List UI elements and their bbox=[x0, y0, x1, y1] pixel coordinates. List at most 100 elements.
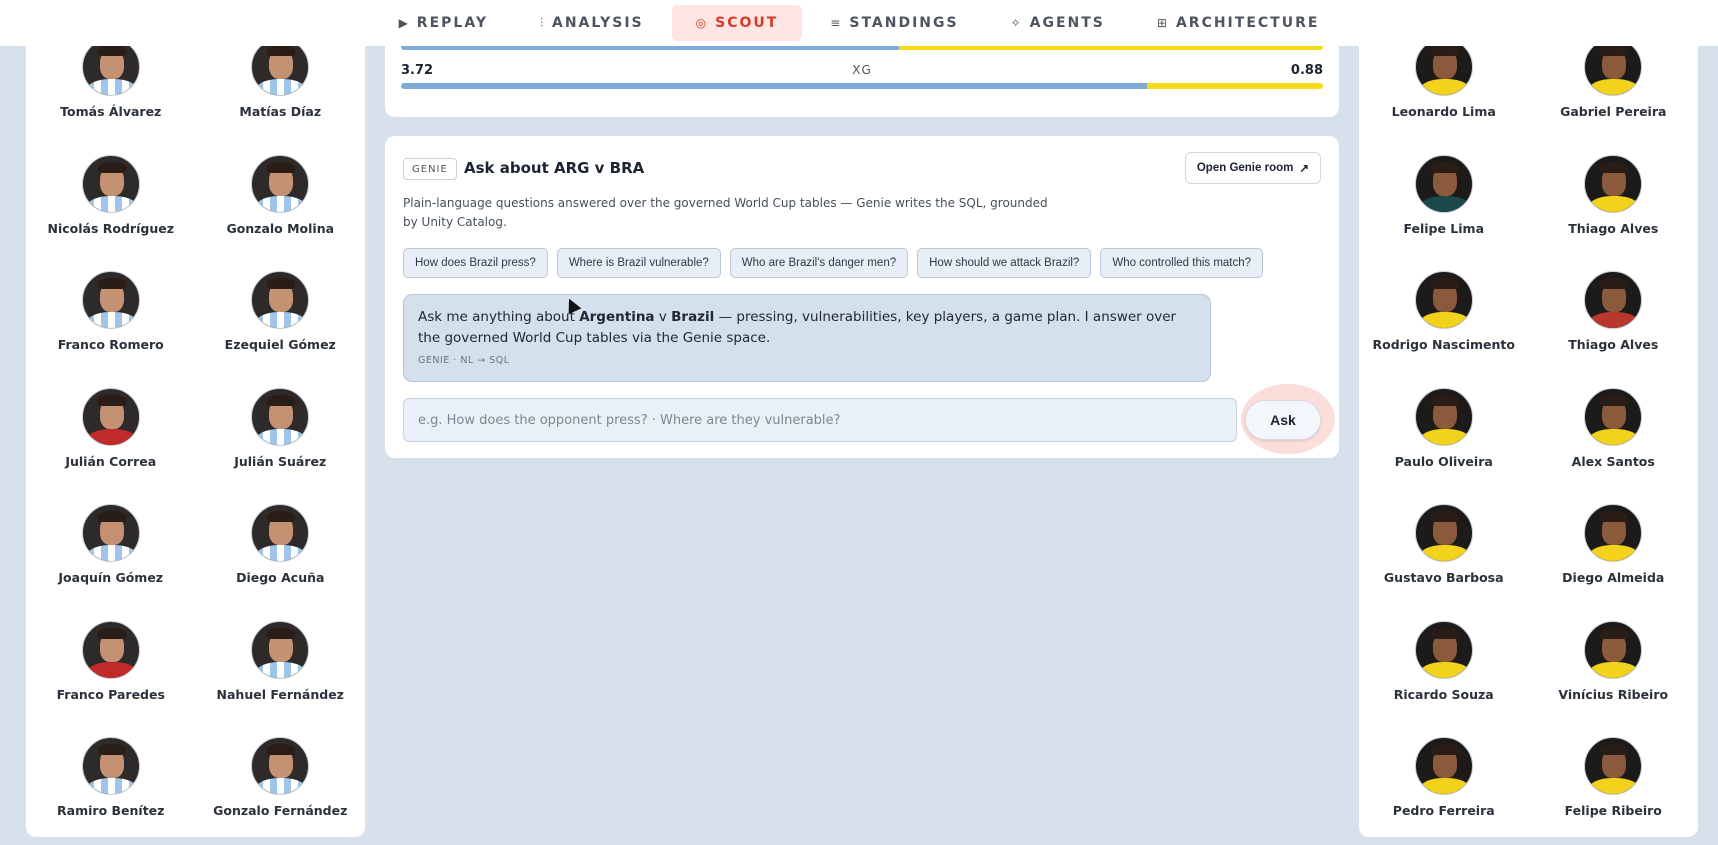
answer-text-mid: v bbox=[654, 309, 672, 325]
player-name: Felipe Lima bbox=[1403, 220, 1485, 236]
away-roster-panel: Leonardo Lima Gabriel Pereira Felipe Lima T… bbox=[1359, 38, 1698, 837]
tab-label: SCOUT bbox=[715, 15, 779, 31]
sparkle-icon: ✧ bbox=[1010, 16, 1021, 30]
player-card[interactable]: Rodrigo Nascimento bbox=[1364, 271, 1524, 388]
player-card[interactable]: Ricardo Souza bbox=[1364, 620, 1524, 738]
player-card[interactable]: Felipe Ribeiro bbox=[1533, 737, 1693, 845]
player-card[interactable]: Thiago Alves bbox=[1533, 154, 1693, 272]
player-card[interactable]: Gonzalo Molina bbox=[200, 154, 360, 272]
player-card[interactable]: Thiago Alves bbox=[1533, 271, 1693, 388]
tab-label: ANALYSIS bbox=[551, 15, 644, 31]
player-card[interactable]: Joaquín Gómez bbox=[31, 504, 191, 621]
player-avatar bbox=[81, 504, 140, 562]
suggestion-chip[interactable]: How should we attack Brazil? bbox=[917, 248, 1092, 278]
tab-label: STANDINGS bbox=[849, 15, 959, 31]
player-card[interactable]: Nicolás Rodríguez bbox=[31, 154, 191, 272]
player-card[interactable]: Franco Romero bbox=[31, 271, 191, 388]
play-icon: ▶ bbox=[398, 16, 408, 30]
tab-replay[interactable]: ▶ REPLAY bbox=[375, 5, 512, 41]
player-card[interactable]: Paulo Oliveira bbox=[1364, 387, 1524, 505]
player-avatar bbox=[81, 271, 140, 329]
player-card[interactable]: Julián Correa bbox=[31, 387, 191, 505]
player-name: Gustavo Barbosa bbox=[1383, 570, 1504, 585]
tab-analysis[interactable]: ⫶ ANALYSIS bbox=[516, 5, 668, 41]
player-avatar bbox=[1584, 504, 1643, 562]
player-card[interactable]: Pedro Ferreira bbox=[1364, 737, 1524, 845]
player-card[interactable]: Gabriel Pereira bbox=[1533, 38, 1693, 155]
player-card[interactable]: Leonardo Lima bbox=[1364, 38, 1524, 155]
home-roster-panel: Tomás Álvarez Matías Díaz Nicolás Rodrígue… bbox=[26, 38, 365, 837]
player-card[interactable]: Gonzalo Fernández bbox=[200, 737, 360, 845]
player-card[interactable]: Felipe Lima bbox=[1364, 154, 1524, 272]
player-avatar bbox=[1414, 504, 1473, 562]
open-genie-room-button[interactable]: Open Genie room ↗ bbox=[1184, 152, 1321, 184]
player-avatar bbox=[1584, 38, 1643, 96]
player-avatar bbox=[81, 154, 140, 213]
player-avatar bbox=[1414, 737, 1473, 795]
player-avatar bbox=[251, 620, 310, 679]
player-name: Tomás Álvarez bbox=[60, 104, 162, 119]
player-card[interactable]: Gustavo Barbosa bbox=[1364, 504, 1524, 621]
player-card[interactable]: Diego Almeida bbox=[1533, 504, 1693, 621]
suggestion-chip[interactable]: Who are Brazil's danger men? bbox=[729, 248, 909, 278]
ask-input[interactable] bbox=[403, 398, 1237, 442]
tab-scout[interactable]: ◎ SCOUT bbox=[671, 5, 803, 41]
list-icon: ≡ bbox=[830, 16, 841, 30]
xg-away-value: 0.88 bbox=[1290, 63, 1323, 78]
player-avatar bbox=[1584, 154, 1643, 213]
player-name: Ramiro Benítez bbox=[57, 803, 165, 818]
player-avatar bbox=[251, 387, 310, 446]
tab-agents[interactable]: ✧ AGENTS bbox=[987, 5, 1129, 41]
top-nav: ▶ REPLAY ⫶ ANALYSIS ◎ SCOUT ≡ STANDINGS ✧ AGENTS ⊞… bbox=[0, 0, 1718, 46]
ask-button[interactable]: Ask bbox=[1245, 400, 1321, 440]
player-card[interactable]: Ramiro Benítez bbox=[31, 737, 191, 845]
xg-label: XG bbox=[852, 63, 872, 77]
tab-architecture[interactable]: ⊞ ARCHITECTURE bbox=[1133, 5, 1344, 41]
player-name: Gonzalo Fernández bbox=[213, 803, 348, 818]
player-name: Paulo Oliveira bbox=[1394, 453, 1493, 469]
suggestion-chip[interactable]: Who controlled this match? bbox=[1100, 248, 1264, 278]
player-name: Matías Díaz bbox=[239, 104, 322, 119]
player-avatar bbox=[1414, 620, 1473, 679]
away-roster-grid: Leonardo Lima Gabriel Pereira Felipe Lima T… bbox=[1359, 38, 1698, 845]
player-card[interactable]: Tomás Álvarez bbox=[31, 38, 191, 155]
player-card[interactable]: Vinícius Ribeiro bbox=[1533, 620, 1693, 738]
player-avatar bbox=[1414, 271, 1473, 329]
genie-answer-meta: GENIE · NL → SQL bbox=[418, 355, 510, 366]
genie-badge: GENIE bbox=[403, 158, 457, 180]
player-name: Thiago Alves bbox=[1568, 220, 1659, 236]
player-card[interactable]: Diego Acuña bbox=[200, 504, 360, 621]
tab-standings[interactable]: ≡ STANDINGS bbox=[806, 5, 982, 41]
suggestion-chip[interactable]: Where is Brazil vulnerable? bbox=[556, 248, 721, 278]
player-card[interactable]: Ezequiel Gómez bbox=[200, 271, 360, 388]
player-name: Julián Correa bbox=[65, 453, 157, 469]
xg-bar bbox=[401, 83, 1323, 89]
player-name: Gonzalo Molina bbox=[226, 220, 335, 236]
bar-chart-icon: ⫶ bbox=[539, 15, 543, 30]
player-name: Ezequiel Gómez bbox=[224, 337, 336, 352]
player-name: Pedro Ferreira bbox=[1392, 803, 1495, 818]
player-card[interactable]: Alex Santos bbox=[1533, 387, 1693, 505]
player-card[interactable]: Julián Suárez bbox=[200, 387, 360, 505]
genie-description: Plain-language questions answered over t… bbox=[403, 196, 1048, 229]
player-avatar bbox=[251, 271, 310, 329]
player-name: Thiago Alves bbox=[1568, 337, 1659, 352]
player-avatar bbox=[1584, 271, 1643, 329]
grid-icon: ⊞ bbox=[1156, 16, 1167, 30]
answer-team-away: Brazil bbox=[671, 309, 715, 325]
open-genie-room-label: Open Genie room bbox=[1196, 162, 1294, 174]
player-name: Leonardo Lima bbox=[1391, 104, 1496, 119]
player-name: Felipe Ribeiro bbox=[1564, 803, 1662, 818]
player-card[interactable]: Matías Díaz bbox=[200, 38, 360, 155]
genie-answer-text: Ask me anything about Argentina v Brazil… bbox=[418, 307, 1196, 349]
player-card[interactable]: Franco Paredes bbox=[31, 620, 191, 738]
player-avatar bbox=[81, 38, 140, 96]
suggestion-chips: How does Brazil press? Where is Brazil vu… bbox=[403, 248, 1264, 278]
suggestion-chip[interactable]: How does Brazil press? bbox=[403, 248, 548, 278]
player-card[interactable]: Nahuel Fernández bbox=[200, 620, 360, 738]
genie-card: GENIE Ask about ARG v BRA Open Genie roo… bbox=[385, 136, 1339, 458]
player-avatar bbox=[251, 737, 310, 795]
player-avatar bbox=[81, 620, 140, 679]
player-name: Franco Romero bbox=[57, 337, 164, 352]
player-name: Rodrigo Nascimento bbox=[1372, 337, 1516, 352]
